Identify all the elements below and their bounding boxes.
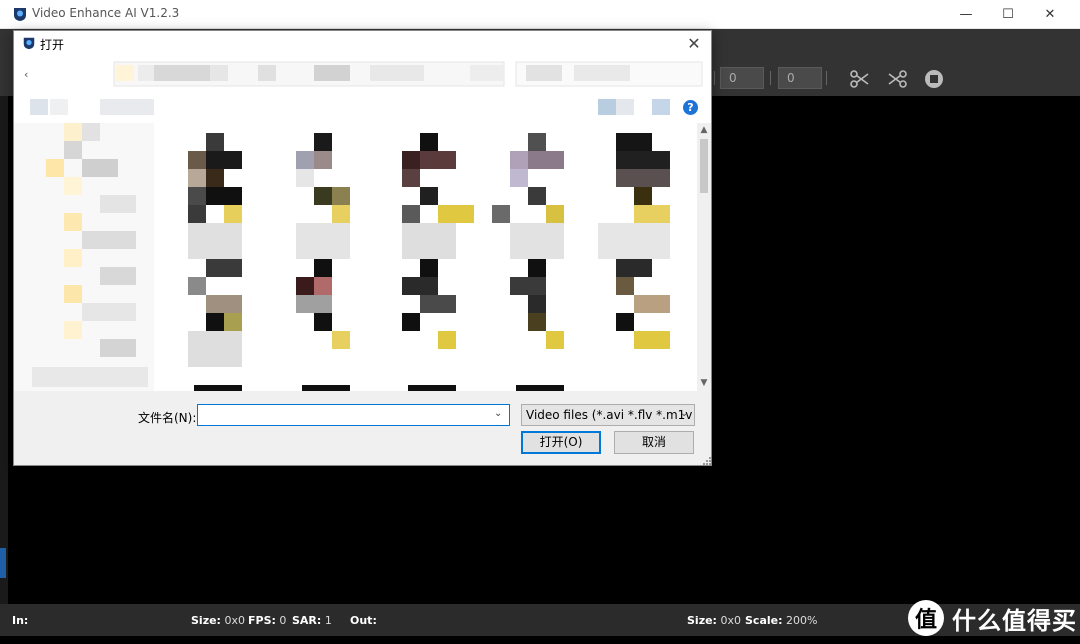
back-icon[interactable]: ‹: [24, 68, 28, 81]
toolbar-separator: [826, 71, 827, 85]
dialog-navigation-bar: ‹ ?: [14, 57, 711, 123]
fps-info: FPS: 0: [248, 614, 287, 627]
filetype-select[interactable]: Video files (*.avi *.flv *.m1v *.: [521, 404, 695, 426]
app-logo-icon: [23, 37, 35, 50]
maximize-button[interactable]: ☐: [985, 0, 1031, 29]
close-button[interactable]: ✕: [1027, 0, 1073, 29]
out-point-field[interactable]: 0: [778, 67, 822, 89]
bottom-edge: [0, 636, 1080, 644]
filename-label: 文件名(N):: [138, 411, 197, 425]
help-icon[interactable]: ?: [683, 100, 698, 115]
chevron-down-icon[interactable]: ⌄: [680, 408, 688, 419]
cancel-button[interactable]: 取消: [614, 431, 694, 454]
open-file-dialog: 打开 ✕ ‹ ? ▲ ▼ 文件名(N): ⌄ Video files (*.av…: [13, 30, 712, 466]
left-panel-accent: [0, 548, 6, 578]
size-info: Size: 0x0: [191, 614, 245, 627]
app-title: Video Enhance AI V1.2.3: [32, 6, 180, 20]
dialog-title: 打开: [40, 38, 65, 52]
app-titlebar: Video Enhance AI V1.2.3 — ☐ ✕: [0, 0, 1080, 29]
open-button[interactable]: 打开(O): [521, 431, 601, 454]
out-label: Out:: [350, 614, 377, 627]
scissors-split-icon[interactable]: [885, 67, 909, 91]
toolbar-separator: [770, 71, 771, 85]
watermark-logo: 值: [908, 600, 944, 636]
file-list-scrollbar[interactable]: ▲ ▼: [697, 123, 711, 391]
stop-icon[interactable]: [922, 67, 946, 91]
scale-info: Scale: 200%: [745, 614, 818, 627]
watermark-text: 什么值得买: [952, 607, 1077, 635]
scroll-down-icon[interactable]: ▼: [697, 378, 711, 388]
file-list-pane[interactable]: [14, 123, 698, 391]
in-point-field[interactable]: 0: [720, 67, 764, 89]
blurred-thumbnails: [14, 123, 670, 391]
thumbnail-column: [402, 133, 474, 349]
left-panel-edge: [0, 96, 8, 604]
scroll-up-icon[interactable]: ▲: [697, 125, 711, 135]
dialog-titlebar: 打开 ✕: [14, 31, 711, 57]
toolbar-separator: [714, 71, 715, 85]
dialog-close-button[interactable]: ✕: [682, 33, 706, 55]
scissors-icon[interactable]: [848, 67, 872, 91]
blurred-nav-pixels: [30, 61, 703, 115]
thumbnail-column: [598, 133, 670, 349]
thumbnail-column: [296, 133, 350, 349]
resize-grip-icon[interactable]: [703, 457, 711, 465]
sar-info: SAR: 1: [292, 614, 332, 627]
thumbnail-column: [492, 133, 564, 349]
scrollbar-thumb[interactable]: [700, 139, 708, 193]
app-logo-icon: [14, 8, 26, 21]
in-label: In:: [12, 614, 29, 627]
chevron-down-icon[interactable]: ⌄: [494, 408, 502, 419]
out-size-info: Size: 0x0: [687, 614, 741, 627]
filename-input[interactable]: [197, 404, 510, 426]
minimize-button[interactable]: —: [943, 0, 989, 29]
thumbnail-column: [188, 133, 242, 367]
